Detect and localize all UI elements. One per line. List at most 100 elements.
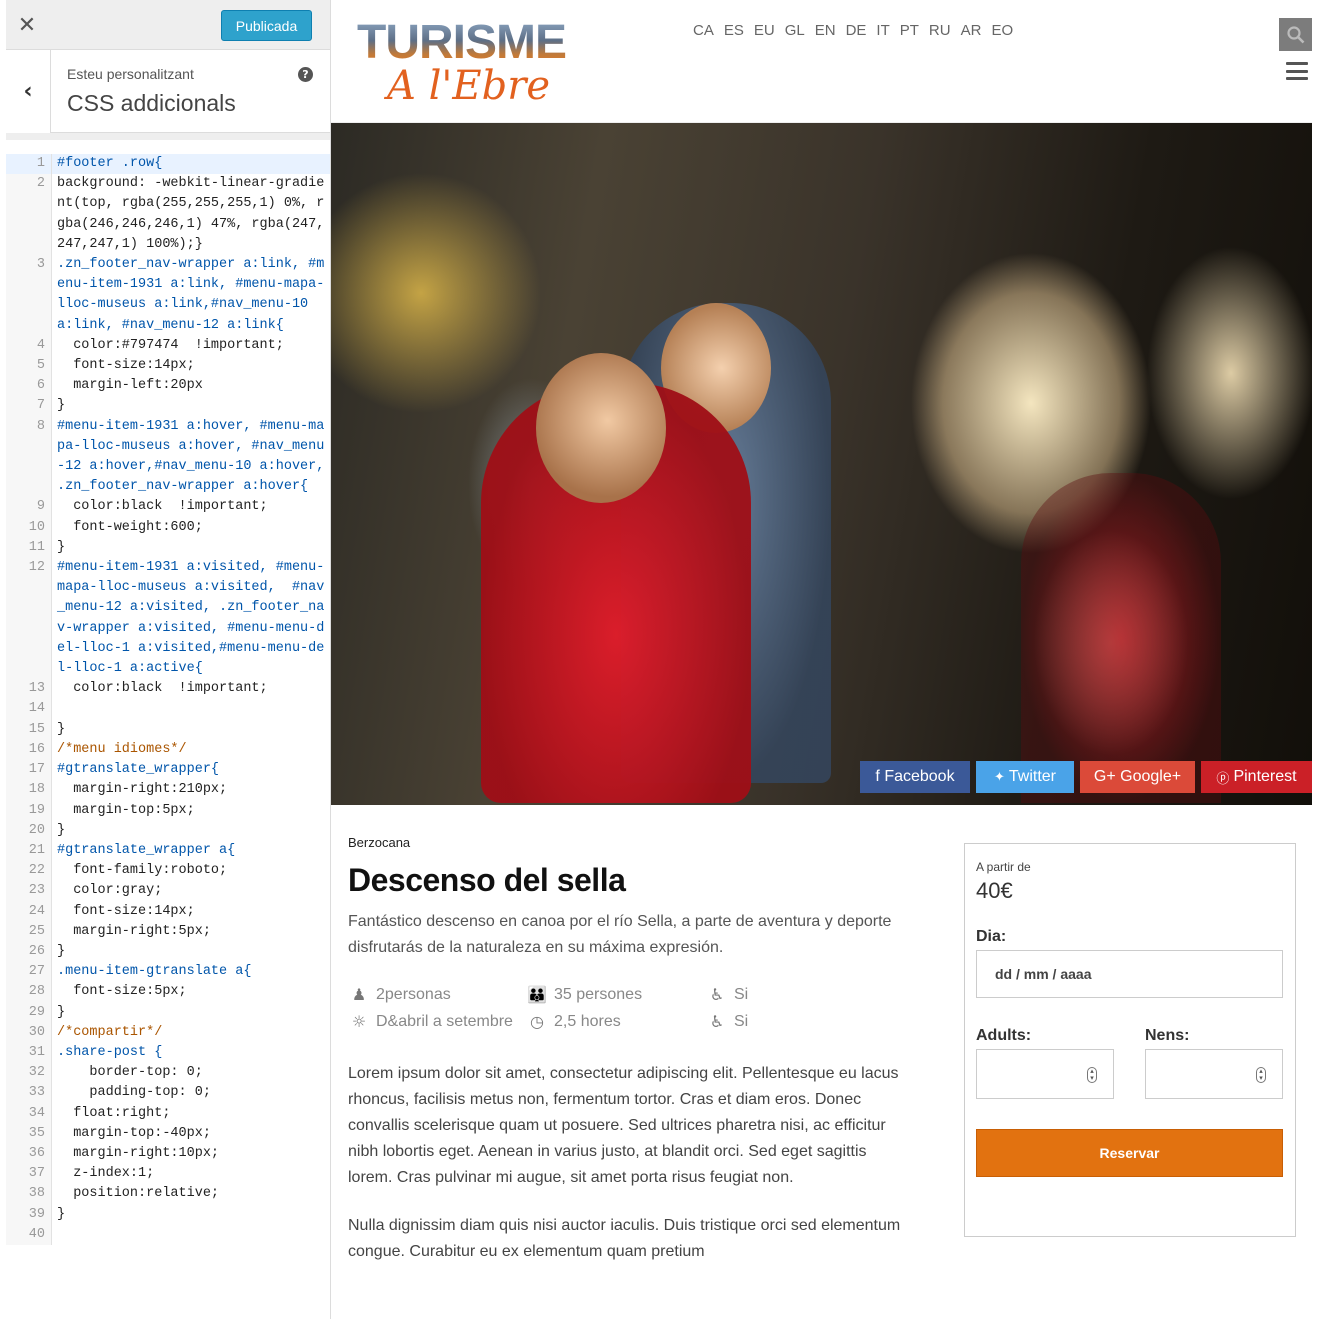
code-line[interactable]: 9 color:black !important; xyxy=(6,497,330,518)
code-text[interactable]: } xyxy=(52,821,325,841)
date-input[interactable]: dd / mm / aaaa xyxy=(976,950,1283,998)
code-line[interactable]: 29} xyxy=(6,1002,330,1023)
code-text[interactable]: /*compartir*/ xyxy=(52,1023,325,1043)
code-line[interactable]: 3 .zn_footer_nav-wrapper a:link, #menu-it… xyxy=(6,255,330,336)
code-line[interactable]: 24 font-size:14px; xyxy=(6,901,330,922)
code-text[interactable]: } xyxy=(52,538,325,558)
code-line[interactable]: 17 #gtranslate_wrapper{ xyxy=(6,760,330,781)
code-line[interactable]: 1 #footer .row{ xyxy=(6,154,330,175)
code-line[interactable]: 8 #menu-item-1931 a:hover, #menu-mapa-llo… xyxy=(6,416,330,498)
book-button[interactable]: Reservar xyxy=(976,1129,1283,1177)
code-line[interactable]: 27 .menu-item-gtranslate a{ xyxy=(6,962,330,983)
code-line[interactable]: 10 font-weight:600; xyxy=(6,517,330,538)
code-text[interactable]: font-size:5px; xyxy=(52,982,325,1002)
code-line[interactable]: 7} xyxy=(6,396,330,417)
code-line[interactable]: 13 color:black !important; xyxy=(6,679,330,700)
code-line[interactable]: 30/*compartir*/ xyxy=(6,1022,330,1043)
code-text[interactable]: #footer .row{ xyxy=(52,154,325,174)
code-text[interactable]: color:black !important; xyxy=(52,497,325,517)
code-text[interactable]: background: -webkit-linear-gradient(top,… xyxy=(52,174,325,255)
code-text[interactable]: color:#797474 !important; xyxy=(52,336,325,356)
language-link[interactable]: CA xyxy=(693,22,714,39)
code-line[interactable]: 37 z-index:1; xyxy=(6,1164,330,1185)
code-text[interactable]: border-top: 0; xyxy=(52,1063,325,1083)
code-text[interactable]: position:relative; xyxy=(52,1184,325,1204)
code-line[interactable]: 4 color:#797474 !important; xyxy=(6,335,330,357)
code-text[interactable]: font-family:roboto; xyxy=(52,861,325,881)
code-line[interactable]: 15} xyxy=(6,719,330,740)
code-line[interactable]: 12 #menu-item-1931 a:visited, #menu-mapa-… xyxy=(6,558,330,680)
hamburger-menu-icon[interactable] xyxy=(1286,62,1308,80)
code-line[interactable]: 40 xyxy=(6,1224,330,1245)
code-text[interactable]: margin-top:5px; xyxy=(52,801,325,821)
code-line[interactable]: 2 background: -webkit-linear-gradient(top… xyxy=(6,174,330,256)
code-text[interactable]: padding-top: 0; xyxy=(52,1083,325,1103)
code-line[interactable]: 26} xyxy=(6,941,330,963)
code-line[interactable]: 11} xyxy=(6,537,330,559)
chevron-left-icon[interactable]: ‹ xyxy=(6,50,51,133)
code-text[interactable]: } xyxy=(52,1205,325,1225)
code-line[interactable]: 22 font-family:roboto; xyxy=(6,861,330,882)
code-text[interactable]: margin-top:-40px; xyxy=(52,1124,325,1144)
code-line[interactable]: 31 .share-post { xyxy=(6,1042,330,1064)
language-link[interactable]: EN xyxy=(815,22,836,39)
search-icon[interactable] xyxy=(1279,18,1312,51)
publish-button[interactable]: Publicada xyxy=(221,10,312,41)
code-text[interactable]: float:right; xyxy=(52,1104,325,1124)
language-link[interactable]: ES xyxy=(724,22,744,39)
code-line[interactable]: 19 margin-top:5px; xyxy=(6,800,330,821)
language-link[interactable]: EU xyxy=(754,22,775,39)
code-text[interactable]: } xyxy=(52,942,325,962)
close-icon[interactable]: ✕ xyxy=(6,0,48,50)
code-line[interactable]: 39} xyxy=(6,1204,330,1225)
share-twitter-button[interactable]: ✦ Twitter xyxy=(976,761,1074,793)
code-text[interactable]: #gtranslate_wrapper a{ xyxy=(52,841,325,861)
code-line[interactable]: 32 border-top: 0; xyxy=(6,1063,330,1084)
code-line[interactable]: 20} xyxy=(6,820,330,841)
code-line[interactable]: 36 margin-right:10px; xyxy=(6,1143,330,1165)
language-link[interactable]: GL xyxy=(785,22,805,39)
css-code-editor[interactable]: 1 #footer .row{2 background: -webkit-linea… xyxy=(6,140,330,1319)
site-logo[interactable]: TURISME A l'Ebre xyxy=(357,19,607,112)
code-text[interactable]: #menu-item-1931 a:hover, #menu-mapa-lloc… xyxy=(52,417,325,498)
language-link[interactable]: AR xyxy=(961,22,982,39)
language-link[interactable]: RU xyxy=(929,22,951,39)
share-facebook-button[interactable]: f Facebook xyxy=(860,761,970,793)
code-line[interactable]: 6 margin-left:20px xyxy=(6,376,330,397)
code-line[interactable]: 5 font-size:14px; xyxy=(6,356,330,377)
code-line[interactable]: 34 float:right; xyxy=(6,1103,330,1124)
code-text[interactable]: margin-right:5px; xyxy=(52,922,325,942)
help-icon[interactable]: ? xyxy=(298,67,313,82)
code-text[interactable]: } xyxy=(52,1003,325,1023)
code-text[interactable]: #menu-item-1931 a:visited, #menu-mapa-ll… xyxy=(52,558,325,679)
code-text[interactable]: margin-right:210px; xyxy=(52,780,325,800)
code-text[interactable] xyxy=(52,699,325,719)
language-link[interactable]: IT xyxy=(876,22,889,39)
kids-number-input[interactable]: ▴ ▾ xyxy=(1145,1049,1283,1099)
code-text[interactable]: color:gray; xyxy=(52,881,325,901)
share-google-button[interactable]: G+ Google+ xyxy=(1080,761,1195,793)
code-text[interactable]: z-index:1; xyxy=(52,1164,325,1184)
spinner-icon[interactable]: ▴ ▾ xyxy=(1256,1067,1266,1083)
code-text[interactable]: margin-left:20px xyxy=(52,376,325,396)
language-link[interactable]: PT xyxy=(900,22,919,39)
code-text[interactable]: margin-right:10px; xyxy=(52,1144,325,1164)
code-line[interactable]: 18 margin-right:210px; xyxy=(6,780,330,801)
language-link[interactable]: DE xyxy=(846,22,867,39)
code-text[interactable]: color:black !important; xyxy=(52,679,325,699)
spinner-icon[interactable]: ▴ ▾ xyxy=(1087,1067,1097,1083)
code-line[interactable]: 33 padding-top: 0; xyxy=(6,1083,330,1104)
code-text[interactable]: } xyxy=(52,720,325,740)
code-text[interactable] xyxy=(52,1225,325,1245)
code-line[interactable]: 28 font-size:5px; xyxy=(6,982,330,1003)
adults-number-input[interactable]: ▴ ▾ xyxy=(976,1049,1114,1099)
code-line[interactable]: 21 #gtranslate_wrapper a{ xyxy=(6,840,330,862)
code-text[interactable]: font-size:14px; xyxy=(52,356,325,376)
code-text[interactable]: .zn_footer_nav-wrapper a:link, #menu-ite… xyxy=(52,255,325,336)
code-text[interactable]: font-size:14px; xyxy=(52,902,325,922)
share-pinterest-button[interactable]: ⓟ Pinterest xyxy=(1201,761,1312,793)
code-text[interactable]: .share-post { xyxy=(52,1043,325,1063)
code-line[interactable]: 25 margin-right:5px; xyxy=(6,921,330,942)
code-line[interactable]: 38 position:relative; xyxy=(6,1184,330,1205)
code-text[interactable]: } xyxy=(52,396,325,416)
